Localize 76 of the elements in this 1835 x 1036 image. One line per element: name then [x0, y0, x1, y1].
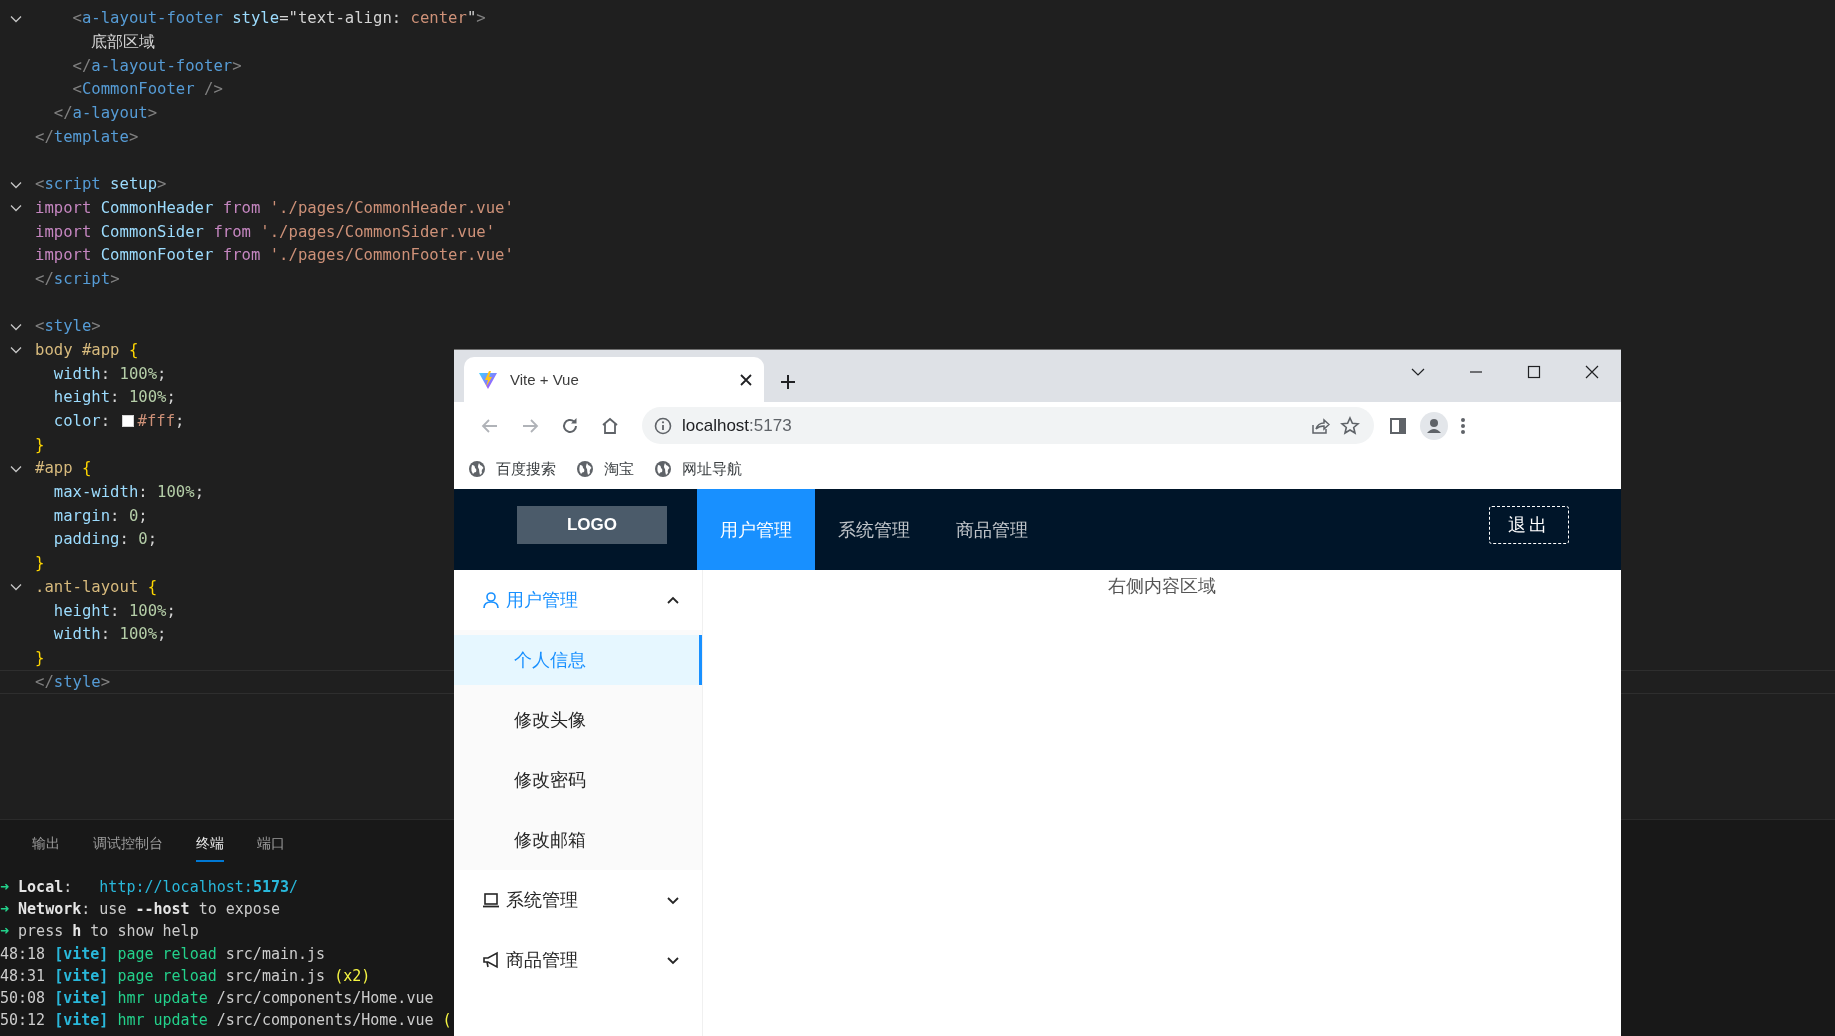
code-line: } — [35, 434, 45, 456]
panel-tab[interactable]: 端口 — [257, 824, 285, 862]
code-line: padding: 0; — [52, 529, 158, 551]
code-line: <a-layout-footer style="text-align: center"> — [71, 8, 486, 30]
code-line: <script setup> — [35, 174, 167, 196]
code-line: import CommonFooter from './pages/CommonFooter.vue' — [35, 245, 514, 267]
logout-button[interactable]: 退出 — [1489, 506, 1569, 544]
code-line: <CommonFooter /> — [71, 79, 223, 101]
menu-label: 用户管理 — [506, 589, 579, 612]
logo: LOGO — [517, 506, 667, 544]
sidebar-item[interactable]: 修改密码 — [454, 755, 702, 805]
sidebar-item[interactable]: 修改邮箱 — [454, 815, 702, 865]
code-line: height: 100%; — [52, 387, 176, 409]
triangle-bolt-icon — [478, 369, 498, 390]
url-text: localhost:5173 — [682, 415, 793, 436]
globe-icon — [654, 460, 672, 478]
panel-tab[interactable]: 输出 — [32, 824, 60, 862]
bookmark[interactable]: 淘宝 — [576, 459, 634, 479]
nav-item[interactable]: 商品管理 — [933, 489, 1051, 570]
code-line: </script> — [35, 268, 120, 290]
reload-icon[interactable] — [560, 415, 580, 436]
code-line: #app { — [35, 458, 92, 480]
code-line: 底部区域 — [90, 32, 156, 54]
bookmark[interactable]: 百度搜索 — [468, 459, 556, 479]
code-line: </template> — [35, 126, 139, 148]
terminal-line: ➜ Local: http://localhost:5173/ — [0, 877, 299, 898]
panel-tab[interactable]: 调试控制台 — [93, 824, 163, 862]
code-line: width: 100%; — [52, 624, 167, 646]
terminal-line: 48:31 [vite] page reload src/main.js (x2) — [0, 965, 371, 987]
terminal-line: ➜ press h to show help — [0, 921, 199, 943]
browser-tab[interactable]: Vite + Vue — [464, 357, 764, 402]
sidebar-menu-header[interactable]: 商品管理 — [454, 930, 702, 990]
maximize-icon[interactable] — [1526, 364, 1542, 380]
code-line: } — [35, 553, 45, 575]
sidebar-item[interactable]: 修改头像 — [454, 695, 702, 745]
code-line: import CommonSider from './pages/CommonSider.vue' — [35, 221, 496, 243]
code-line: margin: 0; — [52, 505, 148, 527]
code-line: .ant-layout { — [35, 576, 158, 598]
terminal-line: 50:08 [vite] hmr update /src/components/Home.vue — [0, 988, 434, 1009]
home-icon[interactable] — [600, 415, 620, 436]
nav-item[interactable]: 系统管理 — [815, 489, 933, 570]
side-panel-icon[interactable] — [1388, 415, 1408, 436]
more-vertical-icon[interactable] — [1460, 416, 1466, 435]
code-line: body #app { — [35, 339, 139, 361]
star-icon[interactable] — [1340, 415, 1360, 436]
megaphone-icon — [482, 951, 500, 969]
user-icon — [482, 591, 500, 609]
code-line: height: 100%; — [52, 600, 176, 622]
code-line: </style> — [35, 671, 111, 693]
terminal-line: 48:18 [vite] page reload src/main.js — [0, 943, 326, 965]
code-line: } — [35, 647, 45, 669]
laptop-icon — [482, 891, 500, 909]
terminal-line: ➜ Network: use --host to expose — [0, 899, 280, 921]
info-icon[interactable] — [654, 416, 672, 435]
code-line: </a-layout> — [52, 103, 158, 125]
sidebar-menu-header[interactable]: 系统管理 — [454, 870, 702, 930]
menu-label: 系统管理 — [506, 889, 579, 912]
content-text: 右侧内容区域 — [1108, 575, 1216, 598]
plus-icon[interactable] — [780, 374, 796, 390]
code-line: <style> — [35, 316, 101, 338]
bookmark[interactable]: 网址导航 — [654, 459, 742, 479]
terminal-line: 50:12 [vite] hmr update /src/components/Home.vue ( — [0, 1010, 452, 1032]
close-icon[interactable] — [1584, 364, 1600, 380]
tab-title: Vite + Vue — [510, 371, 580, 388]
code-line: </a-layout-footer> — [71, 55, 242, 77]
code-line: width: 100%; — [52, 363, 167, 385]
code-line: import CommonHeader from './pages/CommonHeader.vue' — [35, 197, 514, 219]
globe-icon — [468, 460, 486, 478]
address-bar[interactable]: localhost:5173 — [642, 407, 1374, 444]
profile-avatar-icon[interactable] — [1420, 411, 1448, 440]
menu-label: 商品管理 — [506, 949, 579, 972]
code-line: max-width: 100%; — [52, 482, 204, 504]
panel-tab[interactable]: 终端 — [196, 824, 224, 862]
close-icon[interactable] — [740, 373, 752, 386]
globe-icon — [576, 460, 594, 478]
code-line: color: #fff; — [52, 411, 185, 433]
